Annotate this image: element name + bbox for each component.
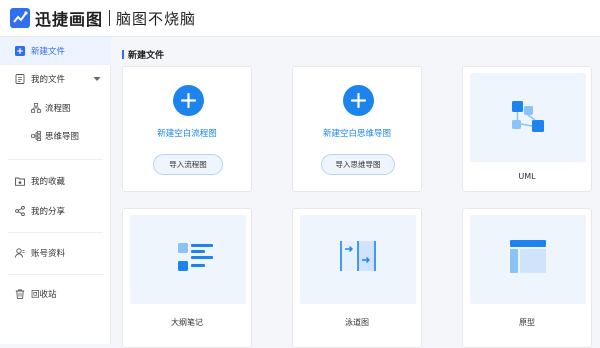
- trash-icon: [15, 289, 25, 299]
- sidebar-divider: [8, 274, 103, 275]
- prototype-thumbnail: [470, 215, 586, 304]
- sidebar-item-label: 我的分享: [31, 207, 66, 217]
- swimlane-icon: [340, 241, 376, 271]
- sidebar-item-shares[interactable]: 我的分享: [0, 197, 111, 225]
- star-folder-icon: [15, 176, 25, 186]
- new-mindmap-card: 新建空白思维导图 导入思维导图: [292, 66, 422, 192]
- import-flowchart-button[interactable]: 导入流程图: [153, 154, 223, 175]
- uml-icon: [512, 101, 544, 132]
- prototype-icon: [510, 240, 546, 273]
- outline-template-card[interactable]: 大纲笔记: [122, 208, 252, 348]
- user-icon: [15, 248, 25, 258]
- brand-slogan: 脑图不烧脑: [116, 9, 197, 28]
- new-flowchart-card: 新建空白流程图 导入流程图: [122, 66, 252, 192]
- swimlane-label: 泳道图: [345, 318, 369, 327]
- sidebar-item-label: 思维导图: [45, 132, 80, 142]
- sidebar-item-label: 流程图: [45, 104, 71, 114]
- sidebar-item-label: 账号资料: [31, 249, 66, 259]
- section-title-text: 新建文件: [128, 50, 165, 61]
- uml-thumbnail: [470, 73, 586, 162]
- brand-divider: [109, 10, 111, 26]
- prototype-label: 原型: [519, 318, 535, 327]
- sidebar-item-label: 我的文件: [31, 75, 66, 85]
- logo-icon[interactable]: [10, 8, 30, 28]
- sidebar-item-trash[interactable]: 回收站: [0, 280, 111, 308]
- flowchart-icon: [31, 103, 41, 113]
- outline-label: 大纲笔记: [171, 318, 203, 327]
- plus-square-icon: [15, 46, 25, 56]
- new-flowchart-plus-button[interactable]: [173, 85, 204, 116]
- main-content: 新建文件 新建空白流程图 导入流程图 新建空白思维导图 导入思维导图 UML 大…: [111, 37, 600, 348]
- sidebar-divider: [8, 159, 103, 160]
- sidebar: 新建文件 我的文件 流程图 思维导图 我的收藏 我的分享 账号资料 回收站: [0, 37, 111, 344]
- sidebar-item-my-files[interactable]: 我的文件: [0, 65, 111, 93]
- sidebar-item-mindmap[interactable]: 思维导图: [0, 122, 111, 150]
- sidebar-item-label: 新建文件: [31, 47, 66, 57]
- plus-icon: [350, 92, 367, 109]
- mindmap-icon: [31, 131, 41, 141]
- new-mindmap-plus-button[interactable]: [343, 85, 374, 116]
- prototype-template-card[interactable]: 原型: [462, 208, 592, 348]
- uml-template-card[interactable]: UML: [462, 66, 592, 192]
- sidebar-item-account[interactable]: 账号资料: [0, 239, 111, 267]
- app-header: 迅捷画图 脑图不烧脑: [0, 0, 600, 37]
- document-icon: [15, 74, 25, 84]
- sidebar-item-label: 我的收藏: [31, 177, 66, 187]
- section-title: 新建文件: [122, 48, 165, 61]
- sidebar-divider: [8, 232, 103, 233]
- outline-icon: [178, 243, 213, 271]
- uml-label: UML: [518, 172, 536, 181]
- sidebar-item-favorites[interactable]: 我的收藏: [0, 167, 111, 195]
- caret-down-icon[interactable]: [92, 74, 102, 84]
- share-icon: [15, 206, 25, 216]
- section-title-marker: [122, 49, 124, 59]
- sidebar-item-flowchart[interactable]: 流程图: [0, 94, 111, 122]
- import-mindmap-button[interactable]: 导入思维导图: [321, 154, 395, 175]
- outline-thumbnail: [130, 215, 246, 304]
- swimlane-template-card[interactable]: 泳道图: [292, 208, 422, 348]
- new-mindmap-link[interactable]: 新建空白思维导图: [293, 127, 421, 139]
- sidebar-item-new-file[interactable]: 新建文件: [0, 37, 111, 65]
- new-flowchart-link[interactable]: 新建空白流程图: [123, 127, 251, 139]
- swimlane-thumbnail: [300, 215, 416, 304]
- brand-name[interactable]: 迅捷画图: [35, 6, 103, 30]
- plus-icon: [180, 92, 197, 109]
- sidebar-item-label: 回收站: [31, 290, 57, 300]
